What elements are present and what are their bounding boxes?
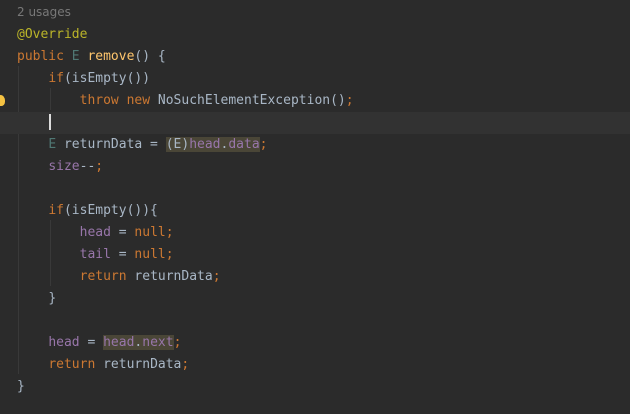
code-token-kw: ; <box>95 159 104 174</box>
code-token-pl: -- <box>79 159 96 174</box>
code-token-pl: returnData <box>103 357 182 372</box>
code-line[interactable] <box>0 112 630 134</box>
code-line[interactable]: public E remove() { <box>0 46 630 68</box>
code-line[interactable]: E returnData = (E)head.data; <box>0 134 630 156</box>
code-token-fn: remove <box>87 49 135 64</box>
code-token-fld: head <box>189 137 221 152</box>
code-line[interactable]: @Override <box>0 24 630 46</box>
code-token-kw: null <box>134 225 166 240</box>
code-line[interactable]: size--; <box>0 156 630 178</box>
code-line[interactable]: tail = null; <box>0 244 630 266</box>
code-line[interactable]: return returnData; <box>0 266 630 288</box>
code-token-tp: E <box>48 137 64 152</box>
text-caret <box>49 114 51 130</box>
code-token-fld: next <box>142 335 174 350</box>
code-token-pl: NoSuchElementException() <box>157 93 346 108</box>
code-token-kw: ; <box>212 269 221 284</box>
code-token-kw: public <box>17 49 72 64</box>
code-line[interactable]: throw new NoSuchElementException(); <box>0 90 630 112</box>
code-line[interactable]: return returnData; <box>0 354 630 376</box>
code-line[interactable]: if(isEmpty()) <box>0 68 630 90</box>
code-token-kw: ; <box>345 93 354 108</box>
usages-hint[interactable]: 2 usages <box>17 2 71 22</box>
code-token-fld: data <box>228 137 260 152</box>
code-line[interactable]: head = head.next; <box>0 332 630 354</box>
code-token-kw: ; <box>181 357 190 372</box>
code-line[interactable] <box>0 310 630 332</box>
code-token-pl: = <box>110 247 135 262</box>
code-token-kw: null <box>134 247 166 262</box>
code-token-pl: (isEmpty()){ <box>63 203 158 218</box>
code-token-pl: () { <box>134 49 166 64</box>
code-token-fld: size <box>48 159 80 174</box>
code-line[interactable] <box>0 178 630 200</box>
code-token-kw: throw new <box>79 93 158 108</box>
code-token-fld: tail <box>79 247 111 262</box>
code-token-ann: @Override <box>17 27 88 42</box>
code-token-kw: ; <box>165 225 174 240</box>
code-token-kw: if <box>48 203 64 218</box>
code-token-fld: head <box>79 225 111 240</box>
code-token-kw: if <box>48 71 64 86</box>
code-token-pl: = <box>79 335 104 350</box>
code-token-pl: returnData <box>134 269 213 284</box>
code-token-kw: ; <box>173 335 182 350</box>
code-line[interactable]: } <box>0 376 630 398</box>
code-token-pl: } <box>48 291 57 306</box>
code-token-fld: head <box>48 335 80 350</box>
code-token-pl: = <box>110 225 135 240</box>
code-token-pl: returnData = <box>63 137 166 152</box>
code-token-kw: ; <box>165 247 174 262</box>
code-token-kw: return <box>48 357 104 372</box>
code-token-pl: (E) <box>165 137 190 152</box>
code-token-kw: ; <box>259 137 268 152</box>
code-token-tp: E <box>71 49 88 64</box>
code-token-kw: return <box>79 269 135 284</box>
code-line[interactable]: head = null; <box>0 222 630 244</box>
code-token-pl: (isEmpty()) <box>63 71 151 86</box>
code-token-pl: } <box>17 379 25 394</box>
code-line[interactable]: } <box>0 288 630 310</box>
code-line[interactable]: if(isEmpty()){ <box>0 200 630 222</box>
code-token-fld: head <box>103 335 135 350</box>
